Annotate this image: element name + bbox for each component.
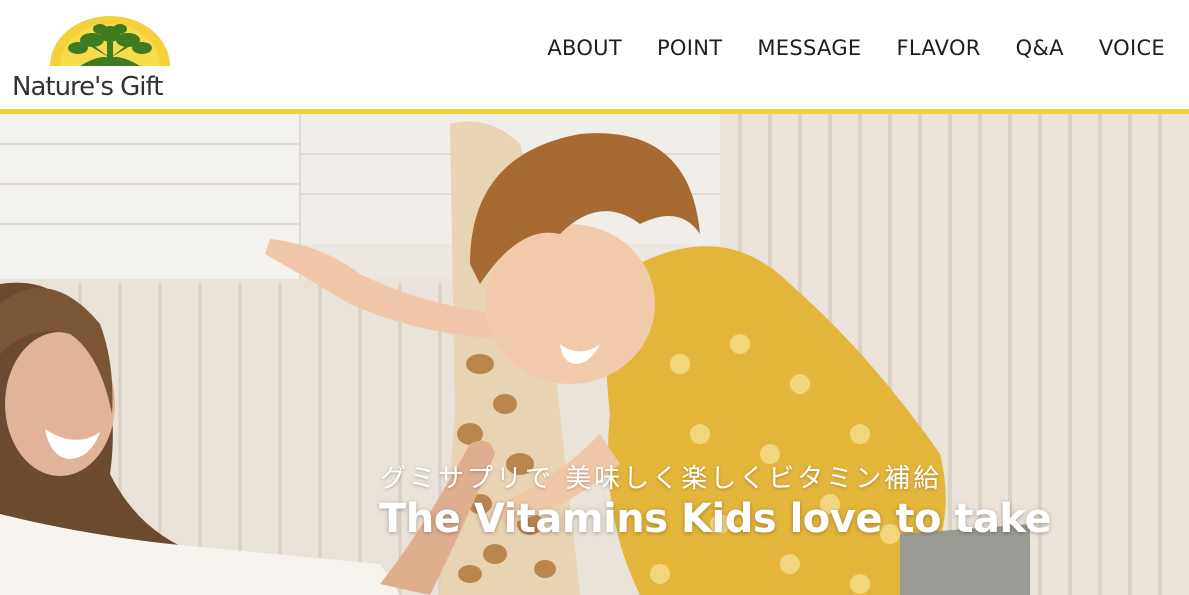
hero-banner: グミサプリで 美味しく楽しくビタミン補給 The Vitamins Kids l… [0, 114, 1189, 595]
hero-title: The Vitamins Kids love to take [379, 496, 1052, 542]
nav-voice[interactable]: VOICE [1099, 36, 1165, 60]
sun-tree-icon [50, 16, 170, 66]
nav-point[interactable]: POINT [657, 36, 722, 60]
site-header: Nature's Gift ABOUT POINT MESSAGE FLAVOR… [0, 0, 1189, 110]
nav-message[interactable]: MESSAGE [757, 36, 861, 60]
nav-flavor[interactable]: FLAVOR [896, 36, 980, 60]
brand-name: Nature's Gift [12, 72, 163, 102]
nav-qa[interactable]: Q&A [1016, 36, 1064, 60]
brand-logo[interactable]: Nature's Gift [10, 12, 200, 102]
main-nav: ABOUT POINT MESSAGE FLAVOR Q&A VOICE [512, 36, 1165, 60]
hero-subtitle: グミサプリで 美味しく楽しくビタミン補給 [380, 464, 943, 494]
nav-about[interactable]: ABOUT [547, 36, 622, 60]
